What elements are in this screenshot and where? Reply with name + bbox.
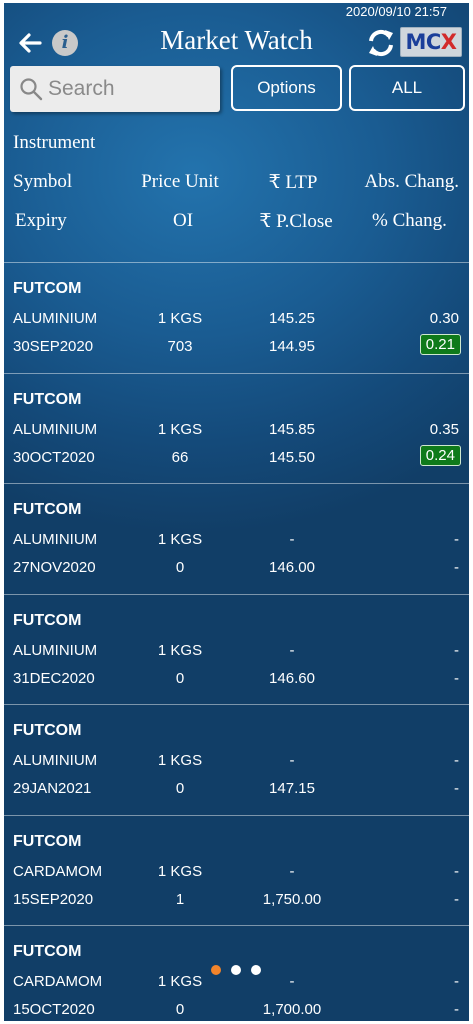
market-watch-list: FUTCOM ALUMINIUM 30SEP2020 1 KGS 703 145… bbox=[4, 263, 469, 1021]
row-expiry: 30OCT2020 bbox=[13, 448, 95, 466]
row-p-close: 147.15 bbox=[269, 780, 315, 797]
row-expiry: 30SEP2020 bbox=[13, 338, 94, 355]
row-p-close: 146.60 bbox=[269, 669, 315, 687]
col-expiry: Expiry bbox=[15, 210, 67, 231]
row-p-close: 1,700.00 bbox=[262, 1001, 322, 1018]
column-header: Instrument Symbol Expiry Price Unit OI ₹… bbox=[4, 125, 469, 263]
row-price-unit: 1 KGS bbox=[157, 641, 203, 659]
row-price-unit: 1 KGS bbox=[157, 310, 203, 327]
row-price-unit: 1 KGS bbox=[157, 973, 203, 990]
col-instrument: Instrument bbox=[13, 132, 96, 153]
table-row[interactable]: FUTCOM CARDAMOM 15SEP2020 1 KGS 1 - 1,75… bbox=[4, 816, 469, 926]
mcx-logo-accent: X bbox=[440, 30, 457, 54]
col-abs-change: Abs. Chang. bbox=[364, 171, 459, 192]
mcx-logo: MCX bbox=[400, 27, 462, 57]
page-dot[interactable] bbox=[251, 965, 261, 975]
mcx-logo-main: MC bbox=[405, 30, 441, 54]
row-pct-change: - bbox=[454, 669, 459, 687]
table-row[interactable]: FUTCOM ALUMINIUM 27NOV2020 1 KGS 0 - 146… bbox=[4, 484, 469, 595]
row-symbol: CARDAMOM bbox=[13, 862, 103, 880]
row-price-unit: 1 KGS bbox=[157, 531, 203, 548]
page-dot[interactable] bbox=[211, 965, 221, 975]
row-symbol: ALUMINIUM bbox=[13, 752, 98, 769]
col-price-unit: Price Unit bbox=[141, 171, 219, 192]
table-row[interactable]: FUTCOM ALUMINIUM 31DEC2020 1 KGS 0 - 146… bbox=[4, 595, 469, 705]
row-abs-change: 0.30 bbox=[429, 310, 459, 327]
row-ltp: - bbox=[289, 973, 295, 990]
row-symbol: ALUMINIUM bbox=[13, 420, 98, 438]
row-abs-change: - bbox=[454, 862, 459, 880]
row-pct-change: - bbox=[454, 559, 459, 576]
row-price-unit: 1 KGS bbox=[157, 420, 203, 438]
row-abs-change: 0.35 bbox=[429, 420, 459, 438]
search-icon bbox=[20, 78, 43, 101]
row-oi: 0 bbox=[175, 780, 185, 797]
table-row[interactable]: FUTCOM ALUMINIUM 30SEP2020 1 KGS 703 145… bbox=[4, 263, 469, 374]
top-bar: i Market Watch MCX bbox=[4, 21, 469, 65]
row-pct-change: - bbox=[454, 780, 459, 797]
row-p-close: 146.00 bbox=[269, 559, 315, 576]
row-ltp: 145.25 bbox=[269, 310, 315, 327]
row-oi: 0 bbox=[175, 559, 185, 576]
table-row[interactable]: FUTCOM ALUMINIUM 30OCT2020 1 KGS 66 145.… bbox=[4, 374, 469, 484]
row-ltp: - bbox=[289, 531, 295, 548]
row-pct-change: 0.24 bbox=[419, 444, 461, 466]
row-abs-change: - bbox=[454, 531, 459, 548]
row-instrument: FUTCOM bbox=[13, 280, 82, 297]
row-p-close: 145.50 bbox=[269, 448, 315, 466]
table-row[interactable]: FUTCOM ALUMINIUM 29JAN2021 1 KGS 0 - 147… bbox=[4, 705, 469, 816]
row-ltp: - bbox=[289, 641, 295, 659]
row-symbol: ALUMINIUM bbox=[13, 641, 98, 659]
row-instrument: FUTCOM bbox=[13, 611, 82, 629]
row-instrument: FUTCOM bbox=[13, 943, 82, 960]
market-watch-screen: 2020/09/10 21:57 i Market Watch MCX Opti… bbox=[4, 3, 469, 1021]
row-abs-change: - bbox=[454, 641, 459, 659]
row-ltp: 145.85 bbox=[269, 420, 315, 438]
row-pct-change: - bbox=[454, 890, 459, 908]
row-instrument: FUTCOM bbox=[13, 390, 82, 408]
search-box[interactable] bbox=[10, 66, 220, 112]
refresh-icon[interactable] bbox=[366, 27, 396, 59]
row-expiry: 31DEC2020 bbox=[13, 669, 95, 687]
row-price-unit: 1 KGS bbox=[157, 752, 203, 769]
row-symbol: ALUMINIUM bbox=[13, 310, 98, 327]
row-oi: 703 bbox=[167, 338, 193, 355]
row-expiry: 27NOV2020 bbox=[13, 559, 96, 576]
row-oi: 66 bbox=[171, 448, 189, 466]
row-symbol: ALUMINIUM bbox=[13, 531, 98, 548]
row-ltp: - bbox=[289, 862, 295, 880]
row-instrument: FUTCOM bbox=[13, 832, 82, 850]
row-expiry: 15OCT2020 bbox=[13, 1001, 95, 1018]
page-dot[interactable] bbox=[231, 965, 241, 975]
col-oi: OI bbox=[172, 210, 194, 231]
row-p-close: 1,750.00 bbox=[262, 890, 322, 908]
row-oi: 0 bbox=[175, 1001, 185, 1018]
row-abs-change: - bbox=[454, 752, 459, 769]
col-pct-change: % Chang. bbox=[372, 210, 447, 231]
row-ltp: - bbox=[289, 752, 295, 769]
options-button[interactable]: Options bbox=[231, 65, 342, 111]
row-instrument: FUTCOM bbox=[13, 501, 82, 518]
col-p-close: ₹ P.Close bbox=[259, 211, 333, 232]
all-filter-button[interactable]: ALL bbox=[349, 65, 465, 111]
row-pct-change: - bbox=[454, 1001, 459, 1018]
row-oi: 1 bbox=[175, 890, 185, 908]
row-symbol: CARDAMOM bbox=[13, 973, 103, 990]
row-abs-change: - bbox=[454, 973, 459, 990]
row-price-unit: 1 KGS bbox=[157, 862, 203, 880]
row-expiry: 29JAN2021 bbox=[13, 780, 92, 797]
col-symbol: Symbol bbox=[13, 171, 73, 192]
status-datetime: 2020/09/10 21:57 bbox=[345, 4, 447, 19]
row-p-close: 144.95 bbox=[269, 338, 315, 355]
row-expiry: 15SEP2020 bbox=[13, 890, 94, 908]
row-oi: 0 bbox=[175, 669, 185, 687]
search-input[interactable] bbox=[48, 72, 216, 106]
row-instrument: FUTCOM bbox=[13, 722, 82, 739]
col-ltp: ₹ LTP bbox=[268, 172, 318, 193]
row-pct-change: 0.21 bbox=[419, 334, 461, 355]
